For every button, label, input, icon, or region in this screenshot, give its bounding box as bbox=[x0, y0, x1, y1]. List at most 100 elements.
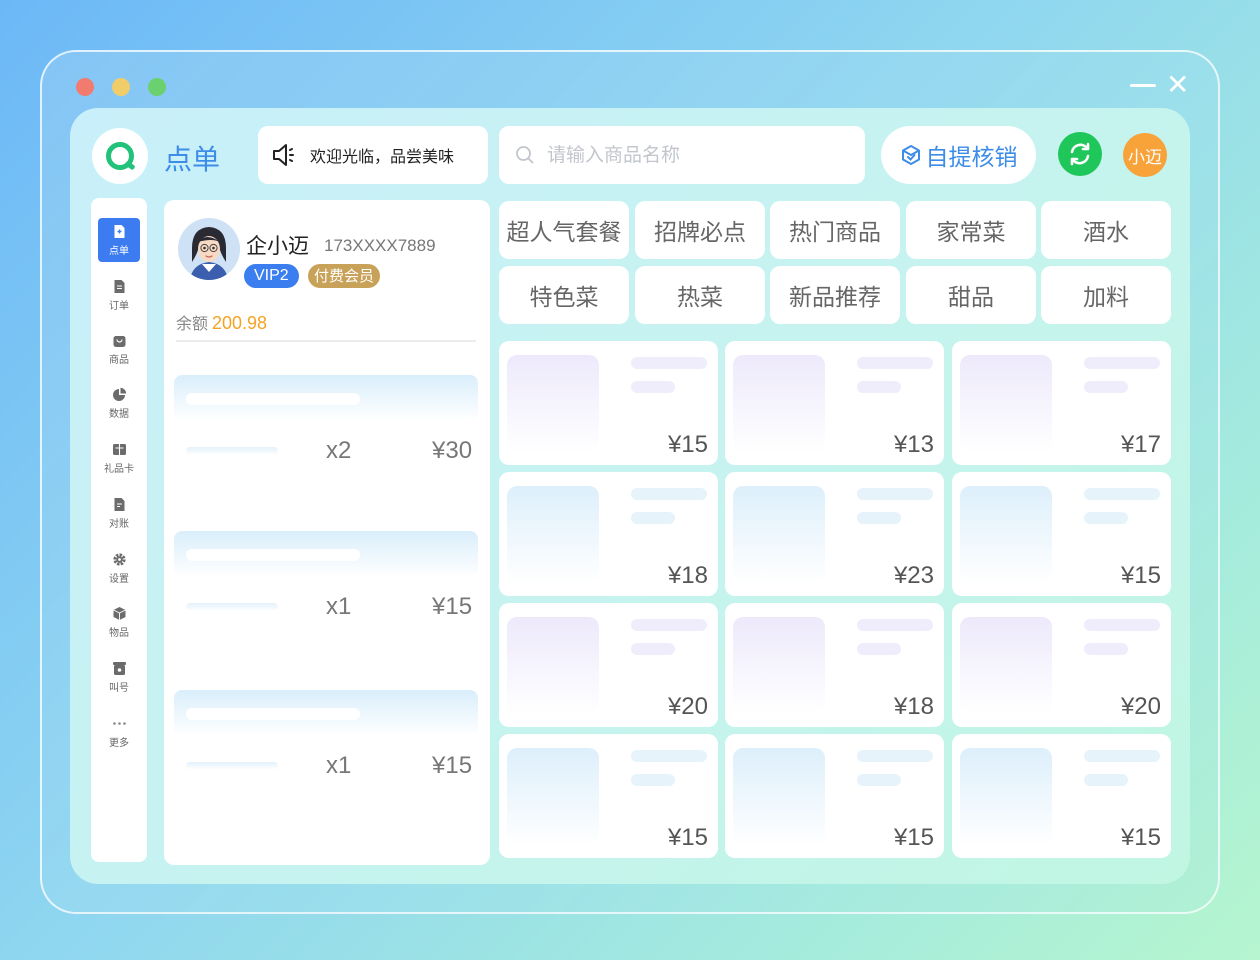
sidebar-item-orders[interactable]: 订单 bbox=[98, 273, 140, 317]
search-icon bbox=[516, 146, 534, 164]
product-image bbox=[960, 355, 1052, 453]
gift-card-icon bbox=[112, 443, 126, 455]
category-tab[interactable]: 甜品 bbox=[906, 266, 1036, 324]
category-tab[interactable]: 加料 bbox=[1041, 266, 1171, 324]
product-card[interactable]: ¥20 bbox=[499, 603, 718, 727]
product-price: ¥20 bbox=[667, 693, 708, 720]
refresh-icon bbox=[1070, 142, 1090, 166]
member-portrait-icon bbox=[178, 218, 240, 280]
product-image bbox=[733, 486, 825, 584]
window-minimize-dot[interactable] bbox=[112, 78, 130, 96]
speaker-icon bbox=[273, 144, 294, 166]
search-input[interactable] bbox=[547, 144, 847, 166]
member-balance: 余额 200.98 bbox=[176, 310, 267, 334]
product-price: ¥20 bbox=[1120, 693, 1161, 720]
product-price: ¥15 bbox=[1120, 824, 1161, 851]
category-tab[interactable]: 酒水 bbox=[1041, 201, 1171, 259]
sidebar-item-items[interactable]: 物品 bbox=[98, 600, 140, 644]
sidebar-item-data[interactable]: 数据 bbox=[98, 381, 140, 425]
product-price: ¥17 bbox=[1120, 431, 1161, 458]
product-card[interactable]: ¥15 bbox=[952, 472, 1171, 596]
category-tab[interactable]: 热门商品 bbox=[770, 201, 900, 259]
page-title: 点单 bbox=[164, 143, 221, 176]
order-item-price: ¥15 bbox=[432, 593, 473, 620]
paid-member-badge: 付费会员 bbox=[308, 264, 381, 288]
product-price: ¥15 bbox=[893, 824, 934, 851]
gear-icon bbox=[112, 552, 126, 566]
order-doc-icon bbox=[114, 224, 124, 238]
product-card[interactable]: ¥15 bbox=[499, 341, 718, 465]
product-image bbox=[960, 748, 1052, 846]
order-item[interactable]: x1 ¥15 bbox=[174, 531, 478, 681]
order-item-qty: x1 bbox=[326, 593, 352, 620]
window-close-dot[interactable] bbox=[76, 78, 94, 96]
sidebar-item-order[interactable]: 点单 bbox=[98, 218, 140, 262]
refresh-button[interactable] bbox=[1058, 132, 1102, 176]
user-avatar-button[interactable]: 小迈 bbox=[1123, 133, 1167, 177]
product-card[interactable]: ¥18 bbox=[499, 472, 718, 596]
notice-bar: 欢迎光临，品尝美味 bbox=[258, 126, 488, 184]
pickup-verify-label: 自提核销 bbox=[925, 145, 1018, 171]
category-tab[interactable]: 特色菜 bbox=[499, 266, 629, 324]
sidebar-item-more[interactable]: 更多 bbox=[98, 710, 140, 754]
product-image bbox=[960, 617, 1052, 715]
window-maximize-dot[interactable] bbox=[148, 78, 166, 96]
product-price: ¥15 bbox=[1120, 562, 1161, 589]
sidebar-item-call-number[interactable]: 叫号 bbox=[98, 655, 140, 699]
sidebar-item-settings[interactable]: 设置 bbox=[98, 546, 140, 590]
balance-amount: 200.98 bbox=[212, 313, 268, 333]
category-tab[interactable]: 热菜 bbox=[635, 266, 765, 324]
product-image bbox=[507, 355, 599, 453]
member-phone: 173XXXX7889 bbox=[324, 236, 436, 255]
sidebar-item-products[interactable]: 商品 bbox=[98, 327, 140, 371]
minimize-icon[interactable] bbox=[1130, 84, 1156, 87]
product-price: ¥15 bbox=[667, 824, 708, 851]
search-box[interactable] bbox=[499, 126, 865, 184]
product-image bbox=[733, 748, 825, 846]
close-icon[interactable]: ✕ bbox=[1166, 70, 1189, 100]
member-name: 企小迈 bbox=[246, 234, 309, 258]
product-image bbox=[733, 617, 825, 715]
product-card[interactable]: ¥20 bbox=[952, 603, 1171, 727]
product-price: ¥18 bbox=[667, 562, 708, 589]
product-card[interactable]: ¥15 bbox=[952, 734, 1171, 858]
notice-text: 欢迎光临，品尝美味 bbox=[310, 147, 455, 166]
product-card[interactable]: ¥13 bbox=[725, 341, 944, 465]
product-price: ¥18 bbox=[893, 693, 934, 720]
pie-chart-icon bbox=[112, 387, 126, 401]
category-tab[interactable]: 家常菜 bbox=[906, 201, 1036, 259]
app-logo bbox=[92, 128, 148, 184]
document-icon bbox=[114, 279, 124, 293]
product-card[interactable]: ¥18 bbox=[725, 603, 944, 727]
pickup-verify-button[interactable]: 自提核销 bbox=[881, 126, 1036, 184]
product-card[interactable]: ¥15 bbox=[499, 734, 718, 858]
divider bbox=[176, 340, 476, 342]
sidebar-item-reconcile[interactable]: 对账 bbox=[98, 491, 140, 535]
category-tab[interactable]: 超人气套餐 bbox=[499, 201, 629, 259]
order-item-price: ¥15 bbox=[432, 752, 473, 779]
product-image bbox=[507, 486, 599, 584]
order-item[interactable]: x2 ¥30 bbox=[174, 375, 478, 525]
call-number-icon bbox=[112, 661, 126, 675]
reconcile-icon bbox=[114, 497, 124, 511]
product-image bbox=[507, 748, 599, 846]
product-image bbox=[960, 486, 1052, 584]
product-card[interactable]: ¥23 bbox=[725, 472, 944, 596]
order-item-qty: x1 bbox=[326, 752, 352, 779]
category-tab[interactable]: 新品推荐 bbox=[770, 266, 900, 324]
order-item-price: ¥30 bbox=[432, 437, 473, 464]
order-item[interactable]: x1 ¥15 bbox=[174, 690, 478, 840]
order-panel: 企小迈 173XXXX7889 VIP2 付费会员 余额 200.98 x2 ¥3… bbox=[164, 200, 490, 865]
balance-label: 余额 bbox=[176, 314, 209, 333]
product-card[interactable]: ¥15 bbox=[725, 734, 944, 858]
order-item-qty: x2 bbox=[326, 437, 352, 464]
vip-level-badge: VIP2 bbox=[244, 264, 299, 288]
product-card[interactable]: ¥17 bbox=[952, 341, 1171, 465]
sidebar-item-gift-card[interactable]: 礼品卡 bbox=[98, 436, 140, 480]
member-avatar bbox=[178, 218, 240, 280]
bag-icon bbox=[113, 335, 125, 347]
product-image bbox=[507, 617, 599, 715]
more-dots-icon bbox=[112, 721, 126, 725]
package-verify-icon bbox=[901, 145, 920, 165]
category-tab[interactable]: 招牌必点 bbox=[635, 201, 765, 259]
